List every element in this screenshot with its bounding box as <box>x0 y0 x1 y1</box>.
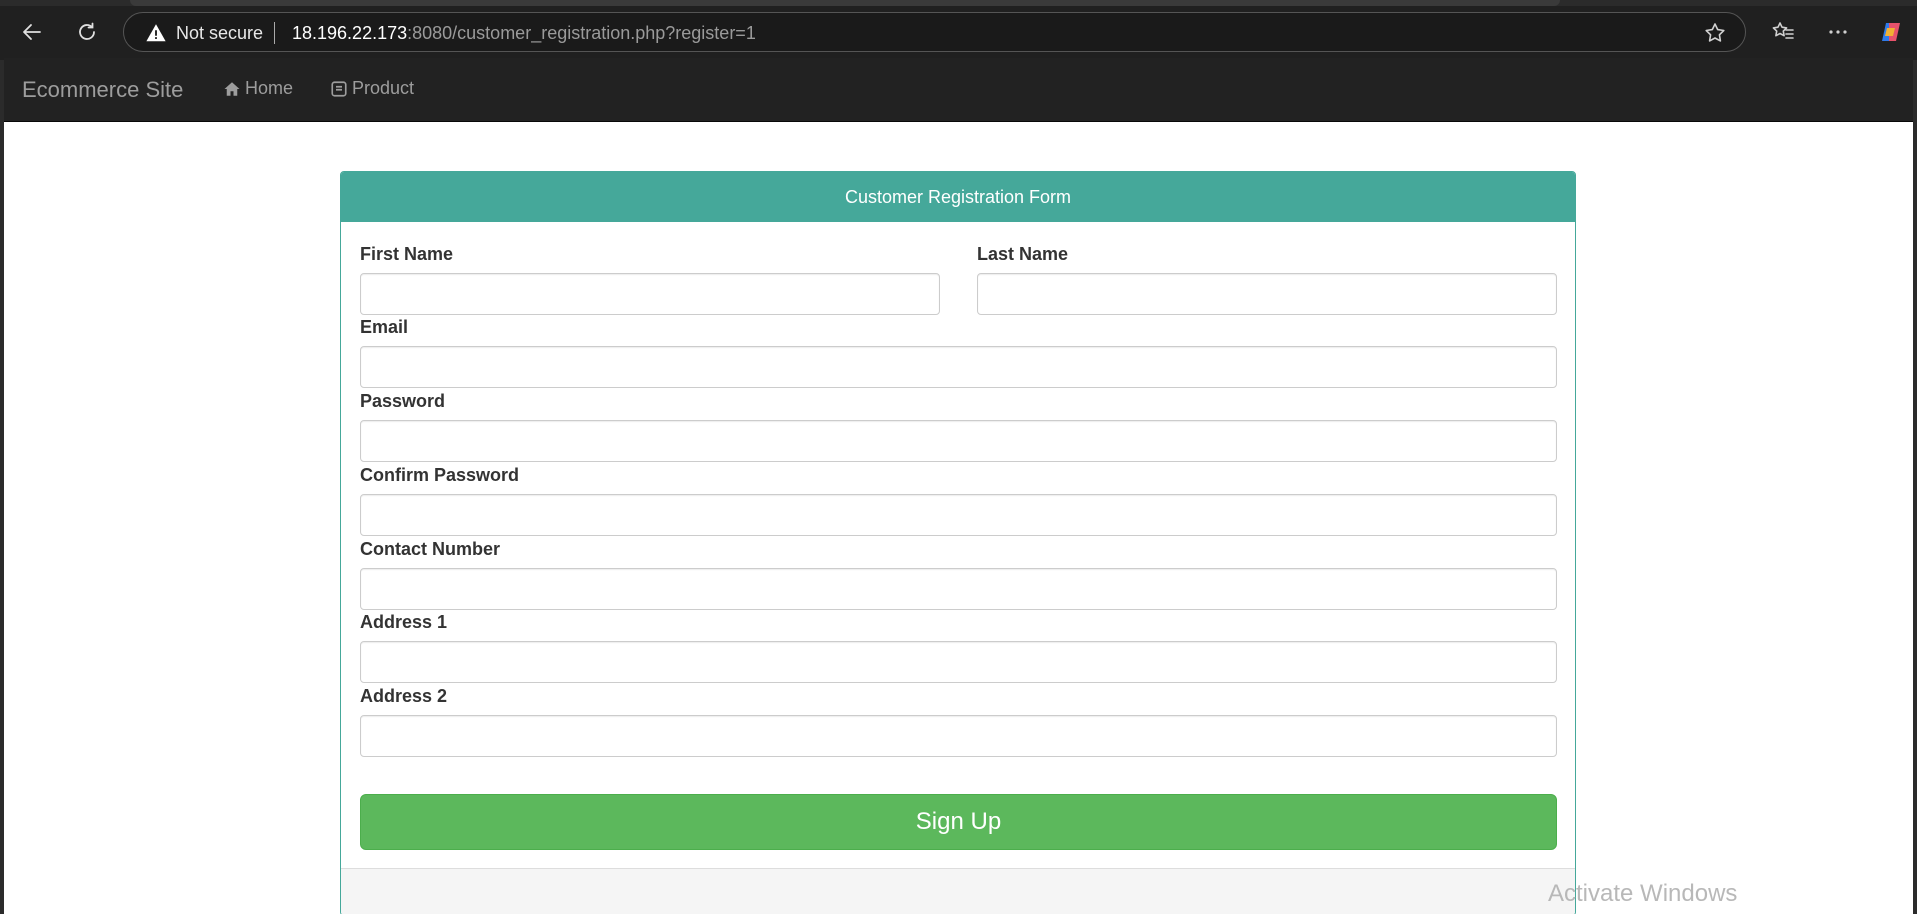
site-brand[interactable]: Ecommerce Site <box>22 77 183 103</box>
address2-field[interactable] <box>360 715 1557 757</box>
registration-panel: Customer Registration Form First Name La… <box>340 171 1576 914</box>
product-icon <box>331 80 347 97</box>
security-status[interactable]: Not secure <box>176 23 263 44</box>
password-label: Password <box>360 391 446 411</box>
email-label: Email <box>360 317 409 337</box>
activate-windows-watermark: Activate Windows <box>1548 880 1738 907</box>
more-menu-button[interactable] <box>1820 14 1856 50</box>
page-viewport: Ecommerce Site Home Product Customer Reg… <box>4 58 1913 914</box>
home-icon <box>224 81 240 96</box>
password-field[interactable] <box>360 420 1557 462</box>
nav-home-link[interactable]: Home <box>223 78 293 99</box>
address1-label: Address 1 <box>360 612 448 632</box>
first-name-label: First Name <box>360 244 454 264</box>
contact-number-field[interactable] <box>360 568 1557 610</box>
refresh-button[interactable] <box>67 12 107 52</box>
address-bar[interactable]: Not secure 18.196.22.173:8080/customer_r… <box>123 12 1746 52</box>
url-text[interactable]: 18.196.22.173:8080/customer_registration… <box>292 23 756 44</box>
site-navbar: Ecommerce Site Home Product <box>4 58 1913 122</box>
url-path: :8080/customer_registration.php?register… <box>407 23 756 43</box>
last-name-label: Last Name <box>977 244 1069 264</box>
nav-product-label: Product <box>352 78 415 98</box>
tab-strip <box>0 0 1917 6</box>
last-name-field[interactable] <box>977 273 1557 315</box>
confirm-password-label: Confirm Password <box>360 465 520 485</box>
confirm-password-field[interactable] <box>360 494 1557 536</box>
nav-product-link[interactable]: Product <box>330 78 414 99</box>
address-separator <box>274 22 275 44</box>
star-icon[interactable] <box>1703 21 1727 45</box>
nav-home-label: Home <box>245 78 294 98</box>
email-field[interactable] <box>360 346 1557 388</box>
copilot-button[interactable] <box>1873 14 1909 50</box>
favorites-icon <box>1772 22 1794 39</box>
address2-label: Address 2 <box>360 686 448 706</box>
more-icon <box>1829 30 1847 34</box>
favorites-button[interactable] <box>1765 14 1801 50</box>
refresh-icon <box>79 22 95 40</box>
panel-footer <box>341 868 1575 914</box>
back-button[interactable] <box>12 12 52 52</box>
browser-toolbar: Not secure 18.196.22.173:8080/customer_r… <box>0 0 1917 60</box>
warning-icon[interactable] <box>145 22 167 44</box>
back-arrow-icon <box>23 24 41 40</box>
copilot-icon <box>1882 23 1900 41</box>
active-tab-edge[interactable] <box>130 0 1560 6</box>
address1-field[interactable] <box>360 641 1557 683</box>
url-host: 18.196.22.173 <box>292 23 408 43</box>
sign-up-button[interactable]: Sign Up <box>360 794 1557 850</box>
first-name-field[interactable] <box>360 273 940 315</box>
form-title: Customer Registration Form <box>341 172 1575 222</box>
contact-number-label: Contact Number <box>360 539 501 559</box>
